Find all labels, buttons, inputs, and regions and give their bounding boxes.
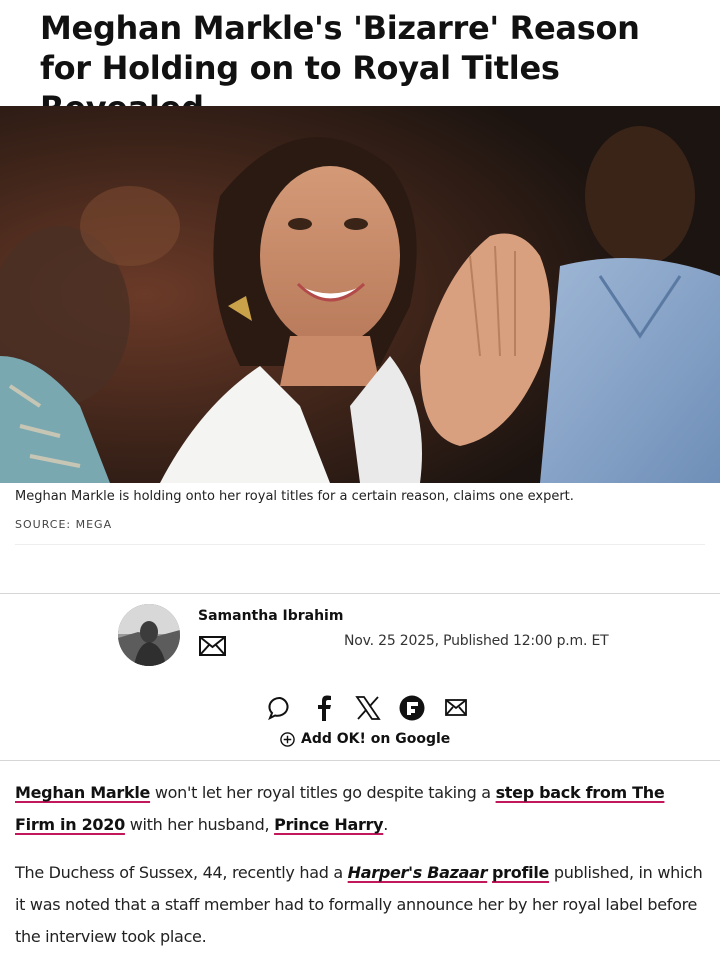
- caption-divider: [15, 544, 705, 545]
- x-icon[interactable]: [346, 694, 390, 722]
- image-source: SOURCE: MEGA: [15, 518, 113, 531]
- publish-date: Nov. 25 2025, Published 12:00 p.m. ET: [344, 633, 609, 649]
- hero-image: [0, 106, 720, 483]
- paragraph-text: .: [383, 815, 389, 834]
- add-on-google-link[interactable]: Add OK! on Google: [280, 730, 450, 748]
- comment-icon[interactable]: [258, 694, 302, 722]
- article-paragraph-2: The Duchess of Sussex, 44, recently had …: [15, 857, 705, 953]
- image-caption: Meghan Markle is holding onto her royal …: [15, 489, 574, 504]
- share-bar: [258, 694, 478, 722]
- paragraph-text: with her husband,: [124, 815, 275, 834]
- paragraph-text: The Duchess of Sussex, 44, recently had …: [15, 863, 348, 882]
- byline-bottom-divider: [0, 760, 720, 761]
- add-circle-icon: [280, 731, 295, 747]
- author-mail-icon[interactable]: [199, 636, 226, 656]
- author-avatar[interactable]: [118, 604, 180, 666]
- link-prince-harry[interactable]: Prince Harry: [274, 815, 384, 834]
- link-profile[interactable]: profile: [492, 863, 549, 882]
- add-on-google-label: Add OK! on Google: [301, 731, 451, 747]
- article-paragraph-1: Meghan Markle won't let her royal titles…: [15, 777, 705, 841]
- mail-icon[interactable]: [434, 694, 478, 722]
- link-meghan-markle[interactable]: Meghan Markle: [15, 783, 150, 802]
- byline-top-divider: [0, 593, 720, 594]
- author-name[interactable]: Samantha Ibrahim: [198, 608, 343, 624]
- link-harpers-bazaar[interactable]: Harper's Bazaar: [348, 863, 488, 882]
- paragraph-text: won't let her royal titles go despite ta…: [150, 783, 496, 802]
- flipboard-icon[interactable]: [390, 694, 434, 722]
- facebook-icon[interactable]: [302, 694, 346, 722]
